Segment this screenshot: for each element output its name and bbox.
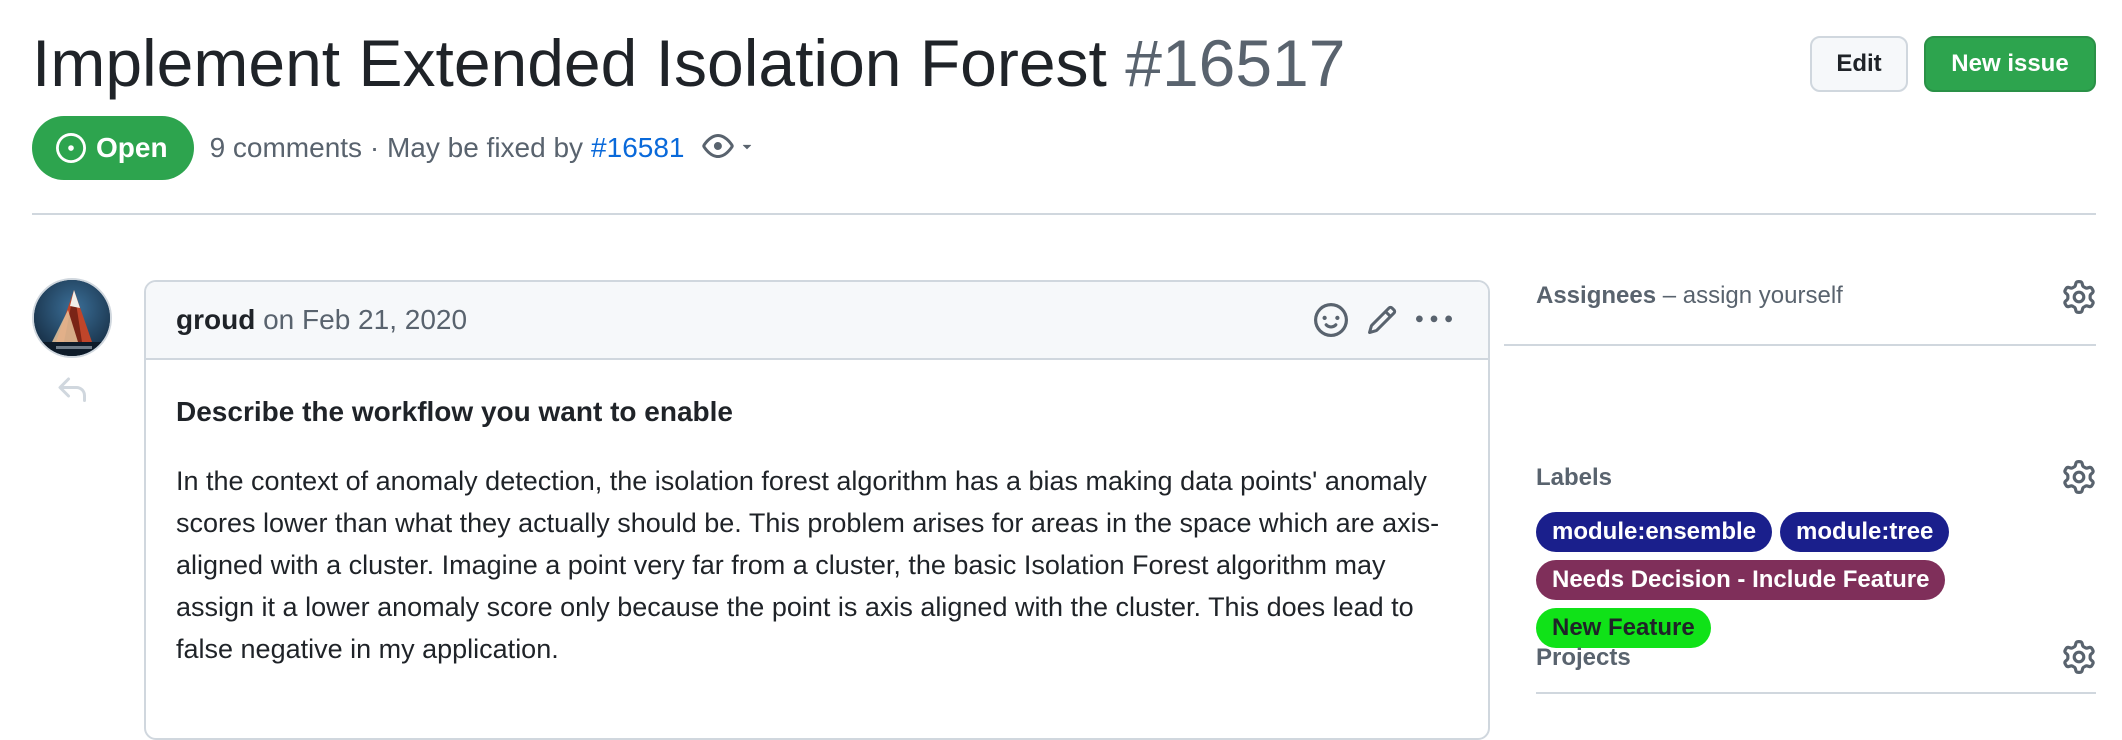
- issue-comment: groud on Feb 21, 2020 Describe the workf…: [144, 280, 1490, 740]
- issue-page: Implement Extended Isolation Forest #165…: [32, 0, 2096, 740]
- assignees-title: Assignees: [1536, 282, 1657, 309]
- issue-title-text: Implement Extended Isolation Forest: [32, 26, 1107, 100]
- assignees-heading: Assignees – assign yourself: [1536, 282, 1843, 310]
- state-label: Open: [96, 132, 168, 163]
- labels-gear-icon[interactable]: [2062, 460, 2096, 494]
- pencil-icon[interactable]: [1366, 304, 1398, 336]
- labels-section: Labels module:ensemble module:tree Needs…: [1504, 346, 2096, 694]
- reply-icon: [56, 374, 88, 411]
- smiley-icon[interactable]: [1314, 303, 1348, 337]
- comment-author-link[interactable]: groud: [176, 304, 255, 335]
- edit-button[interactable]: Edit: [1810, 36, 1908, 92]
- labels-title: Labels: [1536, 464, 1613, 491]
- issue-title: Implement Extended Isolation Forest #165…: [32, 20, 1345, 106]
- label-module-ensemble[interactable]: module:ensemble: [1536, 512, 1773, 552]
- kebab-menu-icon[interactable]: [1416, 302, 1452, 338]
- issue-open-icon: [56, 133, 86, 163]
- label-module-tree[interactable]: module:tree: [1780, 512, 1950, 552]
- new-issue-button[interactable]: New issue: [1924, 36, 2096, 92]
- issue-meta-row: Open 9 comments · May be fixed by #16581: [32, 116, 756, 180]
- assignees-gear-icon[interactable]: [2062, 280, 2096, 314]
- author-avatar[interactable]: [32, 278, 112, 358]
- linked-pr-link[interactable]: #16581: [591, 132, 684, 164]
- comment-paragraph: In the context of anomaly detection, the…: [176, 466, 1440, 664]
- issue-sidebar: Assignees – assign yourself Labels modul…: [1504, 262, 2096, 694]
- issue-header: Implement Extended Isolation Forest #165…: [32, 0, 2096, 215]
- chevron-down-icon: [738, 137, 756, 160]
- assignees-section: Assignees – assign yourself: [1504, 262, 2096, 346]
- assign-yourself-link[interactable]: – assign yourself: [1663, 282, 1843, 309]
- projects-gear-icon[interactable]: [2062, 640, 2096, 674]
- labels-divider: [1536, 692, 2096, 694]
- labels-list: module:ensemble module:tree Needs Decisi…: [1536, 512, 1976, 648]
- label-needs-decision[interactable]: Needs Decision - Include Feature: [1536, 560, 1946, 600]
- comment-tools: [1314, 302, 1452, 338]
- comment-author-line: groud on Feb 21, 2020: [176, 304, 467, 336]
- comment-heading: Describe the workflow you want to enable: [176, 396, 733, 427]
- meta-summary: 9 comments · May be fixed by: [209, 132, 584, 163]
- comment-body: Describe the workflow you want to enable…: [176, 394, 1466, 670]
- comment-date[interactable]: on Feb 21, 2020: [263, 304, 467, 335]
- issue-meta-text: 9 comments · May be fixed by #16581: [210, 132, 685, 164]
- projects-section: Projects: [1536, 640, 2096, 680]
- header-actions: Edit New issue: [1810, 36, 2096, 92]
- open-state-badge: Open: [32, 116, 194, 180]
- comment-header: groud on Feb 21, 2020: [146, 282, 1488, 360]
- projects-title: Projects: [1536, 644, 1631, 671]
- watch-dropdown[interactable]: [702, 130, 756, 167]
- eye-icon: [702, 130, 735, 167]
- issue-number: #16517: [1125, 26, 1346, 100]
